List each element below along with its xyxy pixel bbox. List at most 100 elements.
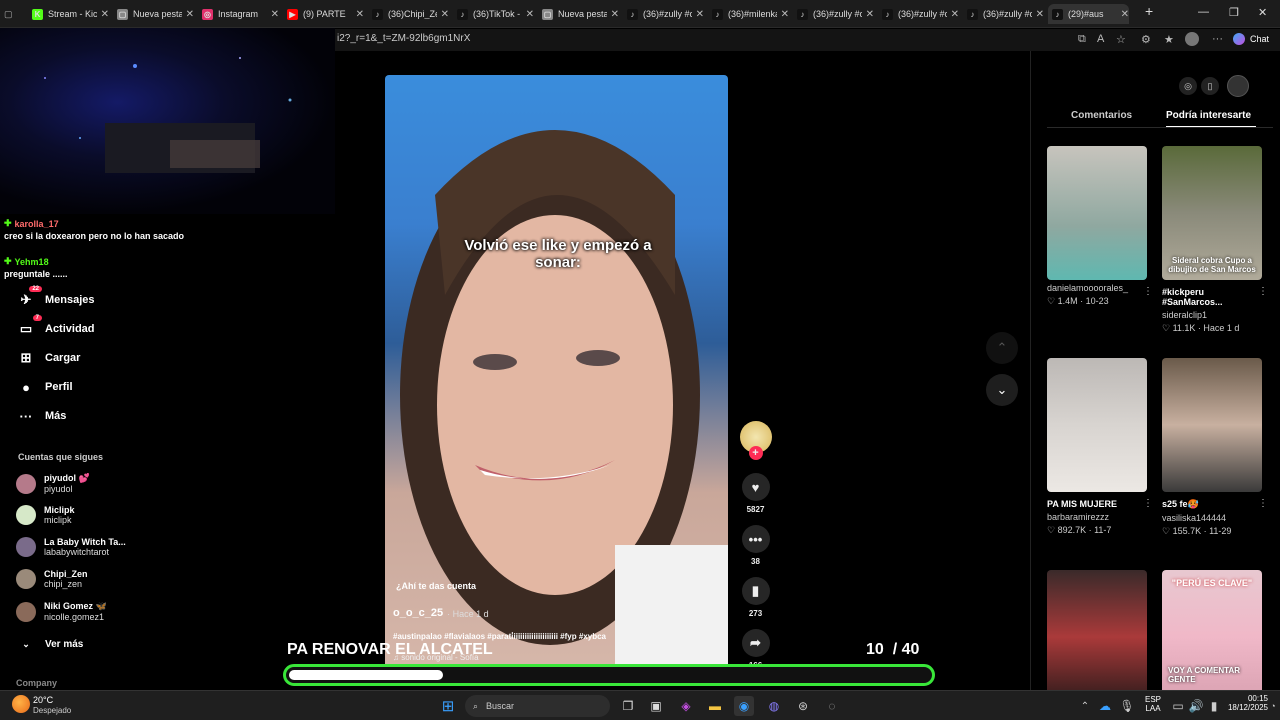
task-view-icon[interactable]: ❐ — [618, 696, 638, 716]
company-link[interactable]: Company — [16, 678, 57, 688]
heart-button[interactable]: ♥ 5827 — [728, 473, 783, 514]
nav-item-más[interactable]: ··· Más — [18, 408, 67, 424]
followed-account[interactable]: La Baby Witch Ta... lababywitchtarot — [16, 537, 126, 557]
copilot-app-icon[interactable]: ◈ — [676, 696, 696, 716]
bookmark-button[interactable]: ▮ 273 — [728, 577, 783, 618]
onedrive-icon[interactable]: ☁ — [1095, 696, 1115, 716]
tab-close-icon[interactable]: ✕ — [271, 9, 279, 20]
recommended-video-card[interactable]: Sideral cobra Cupo a dibujito de San Mar… — [1162, 146, 1268, 334]
maximize-button[interactable]: ❐ — [1229, 6, 1239, 19]
favorites-bar-icon[interactable]: ★ — [1164, 33, 1174, 46]
user-avatar[interactable] — [1227, 75, 1249, 97]
favorite-icon[interactable]: ☆ — [1116, 33, 1126, 46]
tab-close-icon[interactable]: ✕ — [101, 9, 109, 20]
open-in-app-icon[interactable]: ⧉ — [1078, 33, 1086, 46]
followed-account[interactable]: Niki Gomez 🦋 nicolle.gomez1 — [16, 601, 107, 622]
browser-tab[interactable]: ♪ (36)#zully #c ✕ — [963, 4, 1044, 24]
browser-tab[interactable]: ◎ Instagram ✕ — [198, 4, 279, 24]
video-hashtags[interactable]: #austinpalao #flavialaos #parati̇iiiiiii… — [393, 632, 606, 641]
tab-might-interest[interactable]: Podría interesarte — [1166, 110, 1251, 121]
weather-icon[interactable] — [12, 695, 30, 713]
browser-tab[interactable]: ♪ (36)TikTok - M ✕ — [453, 4, 534, 24]
see-more-link[interactable]: ⌄ Ver más — [18, 636, 83, 652]
followed-account[interactable]: Chipi_Zen chipi_zen — [16, 569, 88, 589]
recommended-video-card[interactable]: "PERÚ ES CLAVE"VOY A COMENTAR GENTE⋮ — [1162, 570, 1268, 720]
notifications-icon[interactable]: ◔ — [1268, 696, 1278, 716]
tab-close-icon[interactable]: ✕ — [611, 9, 619, 20]
tab-close-icon[interactable]: ✕ — [356, 9, 364, 20]
tab-close-icon[interactable]: ✕ — [1036, 9, 1044, 20]
tab-close-icon[interactable]: ✕ — [526, 9, 534, 20]
browser-tab[interactable]: K Stream - Kick ✕ — [28, 4, 109, 24]
browser-tab[interactable]: ▶ (9) PARTE ✕ — [283, 4, 364, 24]
browser-tab[interactable]: ♪ (29)#aus ✕ — [1048, 4, 1129, 24]
taskbar-search[interactable]: ⌕ Buscar — [465, 695, 610, 717]
comment-button[interactable]: ••• 38 — [728, 525, 783, 566]
browser-tab[interactable]: ▢ Nueva pestaña ✕ — [538, 4, 619, 24]
language-indicator[interactable]: ESP LAA — [1145, 695, 1161, 713]
microphone-icon[interactable]: 🎙 — [1117, 696, 1137, 716]
start-windows-icon[interactable]: ⊞ — [438, 696, 458, 716]
tab-close-icon[interactable]: ✕ — [696, 9, 704, 20]
video-player[interactable]: Volvió ese like y empezó a sonar: ¿Ahí t… — [385, 75, 728, 672]
recommended-video-card[interactable]: danielamoooorales_ ♡ 1.4M · 10-23 ⋮ — [1047, 146, 1153, 307]
browser-tab[interactable]: ♪ (36)#zully #c ✕ — [623, 4, 704, 24]
store-icon[interactable]: ▣ — [646, 696, 666, 716]
tab-close-icon[interactable]: ✕ — [866, 9, 874, 20]
volume-icon[interactable]: 🔊 — [1186, 696, 1206, 716]
tab-close-icon[interactable]: ✕ — [951, 9, 959, 20]
chevron-down-icon[interactable]: ⌄ — [986, 374, 1018, 406]
profile-avatar[interactable] — [1185, 32, 1199, 46]
chevron-up-icon[interactable]: ⌃ — [986, 332, 1018, 364]
video-author[interactable]: o_o_c_25 — [393, 607, 443, 619]
url-text[interactable]: i2?_r=1&_t=ZM-92lb6gm1NrX — [337, 33, 470, 44]
nav-item-mensajes[interactable]: ✈ 22 Mensajes — [18, 286, 95, 308]
more-options-icon[interactable]: ⋮ — [1143, 498, 1153, 509]
nav-item-cargar[interactable]: ⊞ Cargar — [18, 350, 81, 366]
tab-actions-icon[interactable]: ▢ — [4, 4, 18, 24]
creator-avatar[interactable]: + — [728, 421, 783, 460]
browser-tab[interactable]: ♪ (36)#zully #c ✕ — [878, 4, 959, 24]
file-explorer-icon[interactable]: ▬ — [705, 696, 725, 716]
browser-tab[interactable]: ♪ (36)#zully #c ✕ — [793, 4, 874, 24]
extensions-icon[interactable]: ⚙ — [1141, 33, 1151, 46]
app-icon[interactable]: ◌ — [822, 696, 842, 716]
tab-comments[interactable]: Comentarios — [1071, 110, 1132, 121]
more-options-icon[interactable]: ⋮ — [1258, 498, 1268, 509]
edge-icon[interactable]: ◉ — [734, 696, 754, 716]
new-tab-button[interactable]: + — [1145, 3, 1153, 19]
nav-item-perfil[interactable]: ● Perfil — [18, 379, 72, 395]
discord-icon[interactable]: ◍ — [764, 696, 784, 716]
followed-account[interactable]: piyudol 💕 piyudol — [16, 473, 90, 494]
browser-tab[interactable]: ♪ (36)#milenka ✕ — [708, 4, 789, 24]
sub-badge-icon: ✚ — [4, 256, 12, 266]
battery-icon[interactable]: ▮ — [1204, 696, 1224, 716]
tab-close-icon[interactable]: ✕ — [186, 9, 194, 20]
clock[interactable]: 00:15 18/12/2025 — [1226, 694, 1268, 712]
copilot-chat-button[interactable]: Chat — [1233, 33, 1269, 45]
translate-icon[interactable]: A — [1097, 33, 1104, 45]
recommended-video-card[interactable]: s25 fe🥵 vasiliska144444 ♡ 155.7K · 11-29 ⋮ — [1162, 358, 1268, 537]
browser-tab[interactable]: ♪ (36)Chipi_Zen ✕ — [368, 4, 449, 24]
tray-chevron-icon[interactable]: ⌃ — [1075, 696, 1095, 716]
obs-icon[interactable]: ⊛ — [793, 696, 813, 716]
settings-more-icon[interactable]: ··· — [1212, 33, 1223, 45]
target-icon[interactable]: ◎ — [1179, 77, 1197, 95]
minimize-button[interactable]: — — [1198, 6, 1209, 18]
browser-tab[interactable]: ▢ Nueva pestaña ✕ — [113, 4, 194, 24]
tab-close-icon[interactable]: ✕ — [441, 9, 449, 20]
close-window-button[interactable]: ✕ — [1258, 6, 1267, 19]
device-icon[interactable]: ▯ — [1201, 77, 1219, 95]
followed-account[interactable]: Miclipk miclipk — [16, 505, 75, 525]
more-options-icon[interactable]: ⋮ — [1143, 286, 1153, 297]
follow-plus-icon[interactable]: + — [748, 446, 763, 460]
tab-close-icon[interactable]: ✕ — [781, 9, 789, 20]
more-options-icon[interactable]: ⋮ — [1258, 286, 1268, 297]
recommended-video-card[interactable]: PA MIS MUJERE barbaramirezzz ♡ 892.7K · 11… — [1047, 358, 1153, 536]
goal-current: 10 — [866, 641, 884, 658]
nav-item-actividad[interactable]: ▭ 7 Actividad — [18, 315, 95, 337]
address-bar[interactable]: i2?_r=1&_t=ZM-92lb6gm1NrX ⧉ A ☆ ⚙ ★ ··· … — [335, 29, 1280, 51]
recommended-video-card[interactable]: ⋮ — [1047, 570, 1153, 720]
network-icon[interactable]: ▭ — [1168, 696, 1188, 716]
tab-close-icon[interactable]: ✕ — [1121, 9, 1129, 20]
